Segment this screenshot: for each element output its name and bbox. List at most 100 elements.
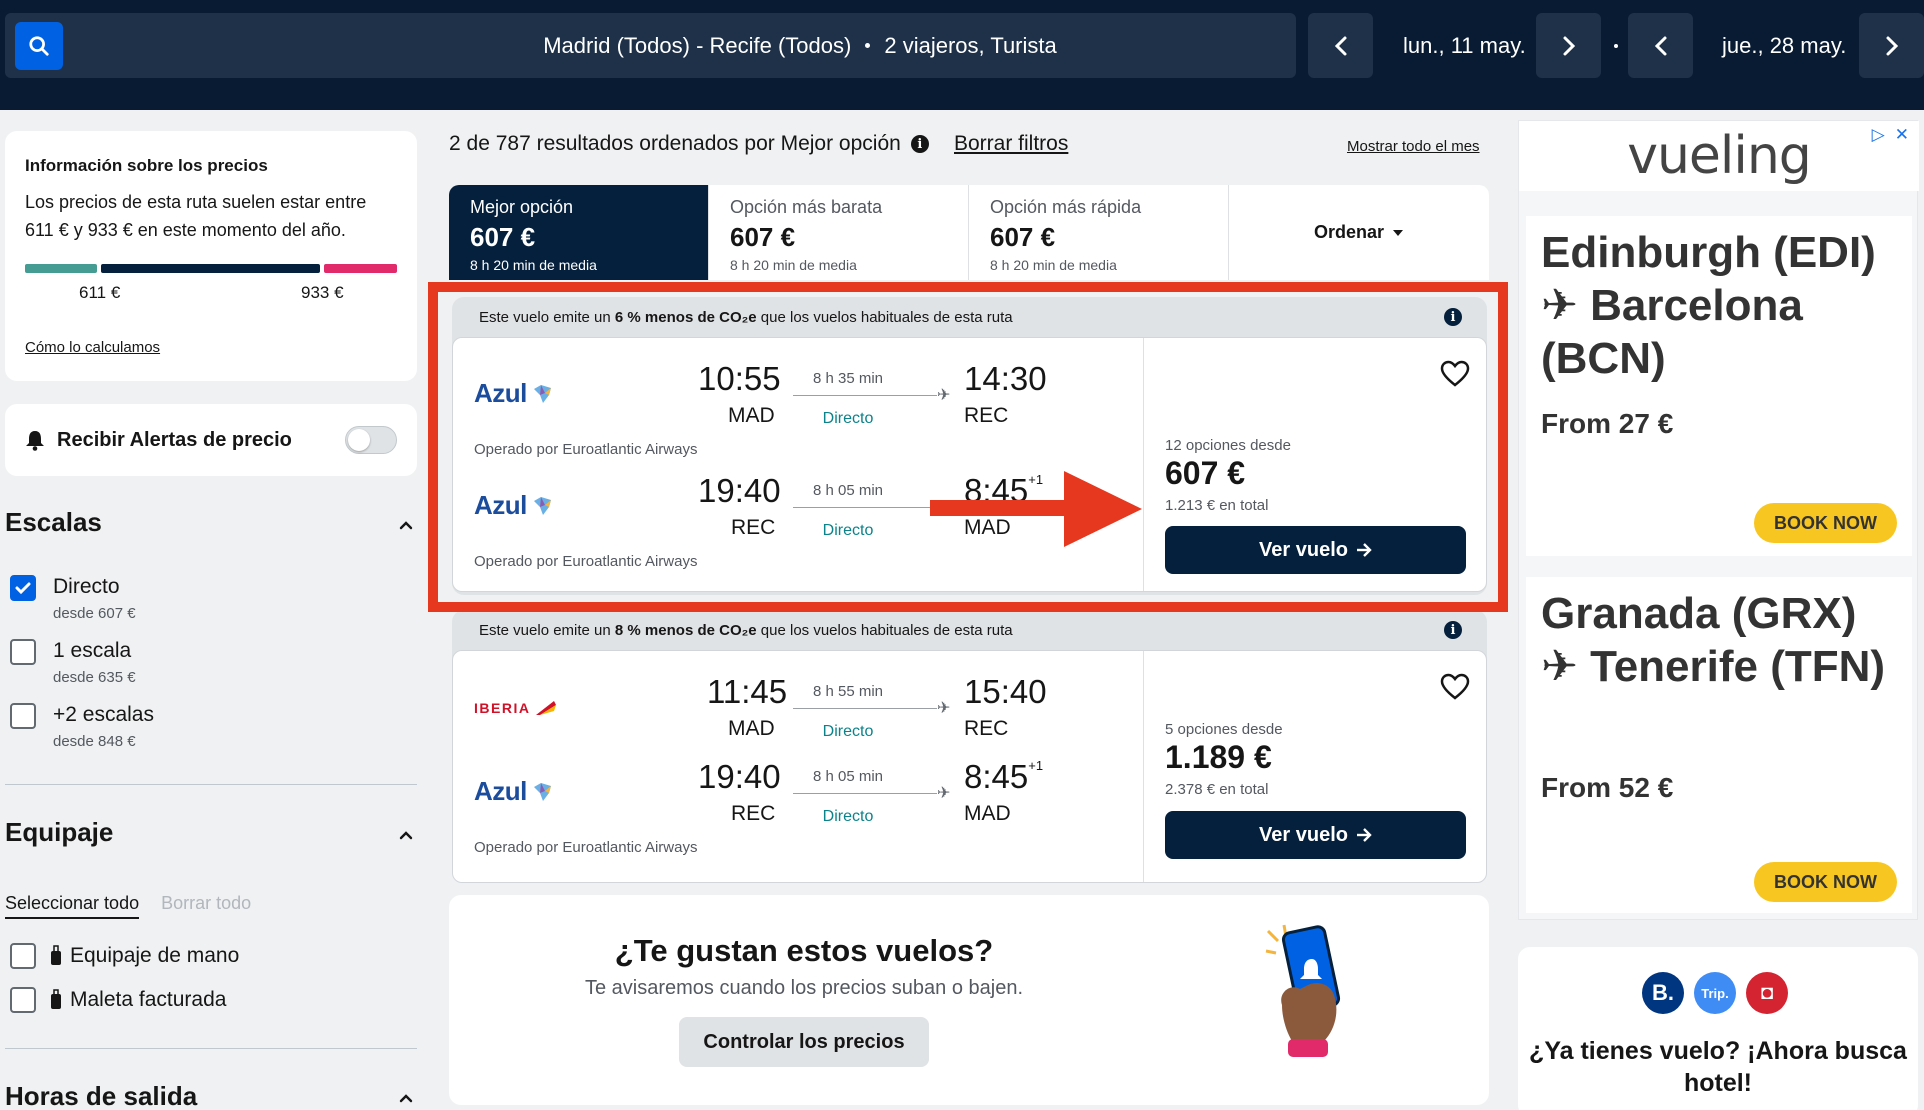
search-button[interactable]: [15, 22, 63, 70]
book-now-button[interactable]: BOOK NOW: [1754, 862, 1897, 902]
see-flight-button[interactable]: Ver vuelo: [1165, 811, 1466, 859]
chevron-up-icon[interactable]: [399, 518, 413, 532]
checkbox[interactable]: [10, 639, 36, 665]
next-depart-date-button[interactable]: [1536, 13, 1601, 78]
price-bar-typical: [101, 264, 320, 273]
filter-2-plus-stops[interactable]: +2 escalas desde 848 €: [10, 703, 154, 750]
book-now-button[interactable]: BOOK NOW: [1754, 503, 1897, 543]
results-summary: 2 de 787 resultados ordenados por Mejor …: [449, 132, 929, 156]
clear-filters-link[interactable]: Borrar filtros: [954, 132, 1068, 156]
sort-dropdown[interactable]: Ordenar: [1229, 185, 1489, 280]
plane-icon: ✈: [937, 785, 951, 802]
caret-down-icon: [1393, 229, 1404, 236]
price-info-text: Los precios de esta ruta suelen estar en…: [25, 192, 367, 240]
filter-checked-bag[interactable]: Maleta facturada: [10, 987, 226, 1013]
divider: [5, 1048, 417, 1049]
co2-text: Este vuelo emite un 8 % menos de CO₂e qu…: [479, 621, 1013, 639]
booking-logo-icon: B.: [1642, 972, 1684, 1014]
tab-label: Opción más barata: [730, 197, 883, 217]
filter-direct[interactable]: Directo desde 607 €: [10, 575, 136, 622]
chevron-right-icon: [1563, 36, 1575, 55]
hotel-partner-logos: B. Trip. ◘: [1642, 972, 1788, 1014]
checkbox-checked[interactable]: [10, 575, 36, 601]
tab-best[interactable]: Mejor opción 607 € 8 h 20 min de media: [449, 185, 709, 280]
date-separator-dot: [1614, 44, 1618, 48]
top-search-bar: Madrid (Todos) - Recife (Todos) 2 viajer…: [0, 0, 1924, 110]
ad-choices[interactable]: ▷ ✕: [1872, 125, 1909, 145]
travelers-label: 2 viajeros, Turista: [884, 32, 1057, 58]
route-label: Madrid (Todos) - Recife (Todos): [543, 32, 852, 58]
hotel-search-promo[interactable]: B. Trip. ◘ ¿Ya tienes vuelo? ¡Ahora busc…: [1518, 947, 1918, 1110]
baggage-filter-title[interactable]: Equipaje: [5, 817, 113, 848]
price-range-bar: [25, 264, 397, 273]
heart-icon[interactable]: [1440, 673, 1470, 701]
checkbox[interactable]: [10, 987, 36, 1013]
chevron-up-icon[interactable]: [399, 1091, 413, 1105]
tab-label: Opción más rápida: [990, 197, 1142, 217]
arrival-airport: MAD: [964, 802, 1011, 825]
hotels-logo-icon: ◘: [1746, 972, 1788, 1014]
iberia-logo-icon: [536, 701, 557, 715]
filter-carry-on[interactable]: Equipaje de mano: [10, 943, 239, 969]
next-return-date-button[interactable]: [1859, 13, 1924, 78]
co2-banner: Este vuelo emite un 8 % menos de CO₂e qu…: [452, 610, 1487, 650]
button-label: Ver vuelo: [1259, 823, 1348, 846]
checkmark-icon: [15, 582, 31, 595]
tab-cheapest[interactable]: Opción más barata 607 € 8 h 20 min de me…: [709, 185, 969, 280]
ad-route: Edinburgh (EDI) ✈ Barcelona (BCN): [1541, 228, 1876, 383]
promo-title: ¿Te gustan estos vuelos?: [614, 933, 994, 968]
chevron-right-icon: [1886, 36, 1898, 55]
chevron-up-icon[interactable]: [399, 828, 413, 842]
options-from: 5 opciones desde: [1165, 721, 1283, 738]
results-summary-text: 2 de 787 resultados ordenados por Mejor …: [449, 132, 901, 155]
tab-duration: 8 h 20 min de media: [470, 257, 597, 273]
ad-offer-card[interactable]: Granada (GRX) ✈ Tenerife (TFN) From 52 €…: [1526, 577, 1912, 913]
track-prices-button[interactable]: Controlar los precios: [679, 1017, 929, 1067]
adchoices-icon[interactable]: ▷: [1872, 125, 1885, 145]
stops-label: Directo: [822, 808, 874, 825]
show-whole-month-link[interactable]: Mostrar todo el mes: [1347, 138, 1480, 155]
flight-duration: 8 h 55 min: [812, 683, 884, 700]
search-summary[interactable]: Madrid (Todos) - Recife (Todos) 2 viajer…: [300, 13, 1300, 78]
total-price: 2.378 € en total: [1165, 781, 1269, 798]
price-low-label: 611 €: [79, 283, 121, 302]
price-bar-low: [25, 264, 97, 273]
tab-fastest[interactable]: Opción más rápida 607 € 8 h 20 min de me…: [969, 185, 1229, 280]
stops-filter-title[interactable]: Escalas: [5, 507, 102, 538]
promo-text: Te avisaremos cuando los precios suban o…: [584, 977, 1024, 999]
close-icon[interactable]: ✕: [1895, 125, 1909, 145]
price-info-panel: Información sobre los precios Los precio…: [5, 131, 417, 381]
select-all-link[interactable]: Seleccionar todo: [5, 893, 140, 919]
filter-label: 1 escala: [53, 639, 132, 662]
ad-route: Granada (GRX) ✈ Tenerife (TFN): [1541, 589, 1886, 691]
flight-card-body[interactable]: IBERIA 11:45 MAD 8 h 55 min ✈ Directo 15…: [452, 650, 1487, 883]
depart-date[interactable]: lun., 11 may.: [1403, 13, 1526, 78]
highlight-box-annotation: [428, 282, 1508, 612]
red-arrow-annotation: [930, 471, 1142, 547]
tab-duration: 8 h 20 min de media: [990, 257, 1117, 273]
filter-sublabel: desde 848 €: [53, 733, 136, 750]
ad-offer-card[interactable]: Edinburgh (EDI) ✈ Barcelona (BCN) From 2…: [1526, 216, 1912, 556]
departure-times-filter-title[interactable]: Horas de salida: [5, 1081, 197, 1110]
arrival-time: 8:45+1: [964, 758, 1044, 795]
how-we-calculate-link[interactable]: Cómo lo calculamos: [25, 339, 160, 356]
plane-icon: ✈: [937, 700, 951, 717]
checkbox[interactable]: [10, 943, 36, 969]
price-alerts-toggle[interactable]: [345, 426, 397, 454]
vueling-ad[interactable]: vueling ▷ ✕ Edinburgh (EDI) ✈ Barcelona …: [1518, 120, 1919, 920]
chevron-left-icon: [1334, 36, 1346, 55]
filter-1-stop[interactable]: 1 escala desde 635 €: [10, 639, 136, 686]
operated-by: Operado por Euroatlantic Airways: [474, 839, 698, 856]
clear-all-link[interactable]: Borrar todo: [161, 893, 251, 919]
departure-time: 11:45: [707, 673, 788, 710]
checkbox[interactable]: [10, 703, 36, 729]
return-date[interactable]: jue., 28 may.: [1722, 13, 1846, 78]
airline-logo-iberia: IBERIA: [474, 699, 558, 717]
prev-depart-date-button[interactable]: [1308, 13, 1373, 78]
price-info-title: Información sobre los precios: [25, 156, 268, 175]
info-icon[interactable]: i: [1444, 621, 1462, 639]
prev-return-date-button[interactable]: [1628, 13, 1693, 78]
price-alerts-label: Recibir Alertas de precio: [57, 428, 292, 451]
departure-time: 19:40: [698, 758, 781, 795]
info-icon[interactable]: i: [910, 135, 929, 153]
